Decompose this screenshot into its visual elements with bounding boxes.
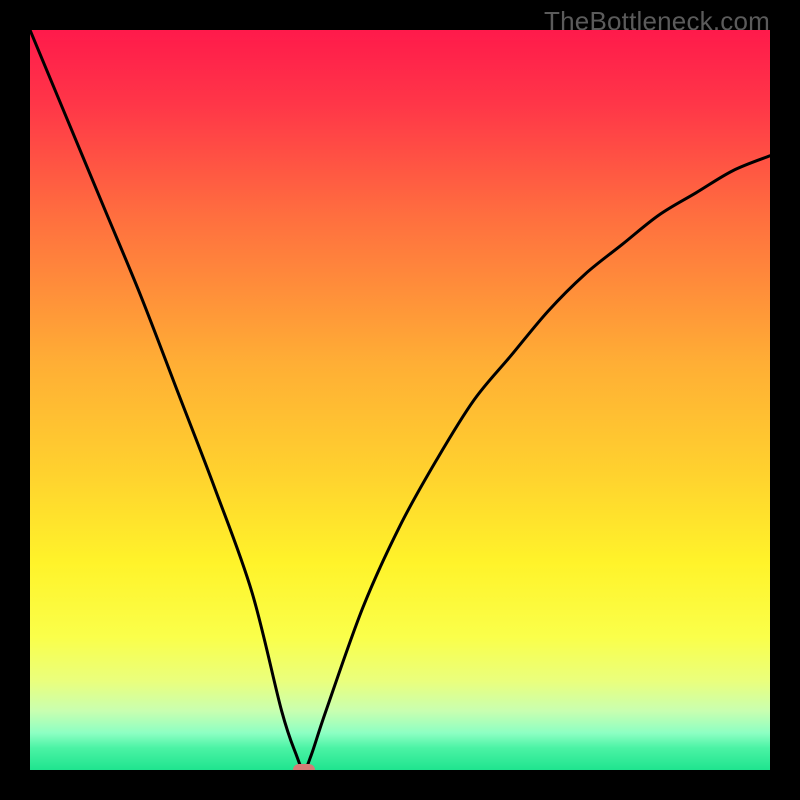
bottleneck-curve-svg xyxy=(30,30,770,770)
chart-frame: TheBottleneck.com xyxy=(0,0,800,800)
optimal-point-marker xyxy=(293,764,315,770)
plot-area xyxy=(30,30,770,770)
bottleneck-curve-path xyxy=(30,30,770,770)
